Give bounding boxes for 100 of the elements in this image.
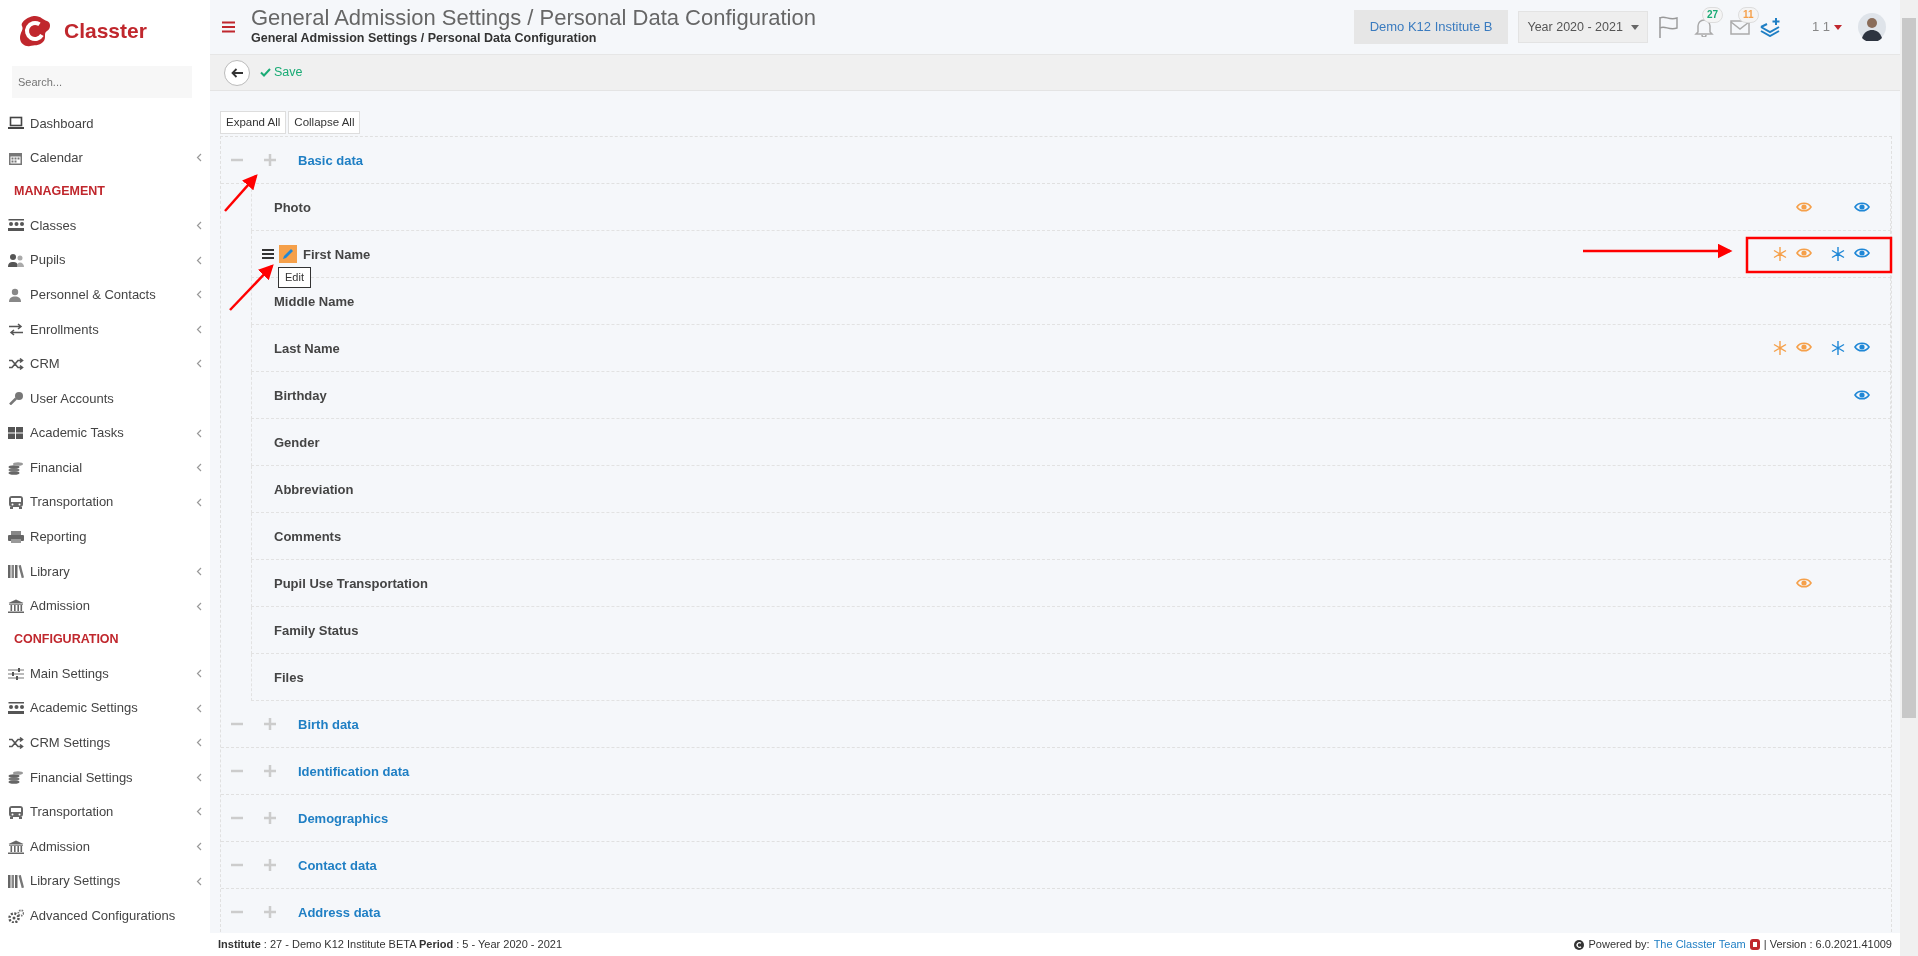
sidebar-item[interactable]: Dashboard: [0, 106, 210, 141]
page-subtitle: General Admission Settings / Personal Data Configuration: [251, 30, 598, 48]
eye-icon[interactable]: [1854, 341, 1870, 354]
avatar-icon[interactable]: [1858, 13, 1886, 41]
team-link[interactable]: The Classter Team: [1653, 936, 1746, 953]
plus-icon[interactable]: [264, 812, 276, 825]
sidebar-item[interactable]: Transportation: [0, 794, 210, 830]
calendar-icon: [8, 150, 24, 165]
asterisk-icon[interactable]: [1831, 247, 1845, 262]
laptop-icon: [8, 116, 24, 131]
institute-button[interactable]: Demo K12 Institute B: [1353, 10, 1509, 44]
shuffle-icon: [8, 356, 24, 371]
sidebar-item[interactable]: Main Settings: [0, 656, 210, 691]
sidebar-item[interactable]: User Accounts: [0, 381, 210, 416]
section-title[interactable]: Birth data: [298, 714, 359, 734]
eye-icon[interactable]: [1796, 201, 1812, 214]
sidebar-item[interactable]: Library: [0, 554, 210, 589]
sidebar-item[interactable]: Library Settings: [0, 863, 210, 899]
asterisk-icon[interactable]: [1773, 341, 1787, 356]
tree-button[interactable]: Expand All: [220, 111, 287, 135]
sidebar-item[interactable]: Admission: [0, 829, 210, 864]
search-field[interactable]: Search...: [12, 66, 192, 98]
sidebar-item[interactable]: Financial: [0, 450, 210, 485]
asterisk-icon[interactable]: [1831, 341, 1845, 356]
tooltip: Edit: [278, 267, 311, 288]
field-label: First Name: [303, 245, 371, 264]
section-heading: MANAGEMENT: [13, 183, 106, 201]
copyright-icon: [1574, 939, 1585, 950]
flag-icon[interactable]: [1657, 16, 1678, 38]
sidebar-item[interactable]: Personnel & Contacts: [0, 277, 210, 312]
sidebar-item[interactable]: Pupils: [0, 242, 210, 278]
field-label: Gender: [274, 433, 320, 452]
plus-icon[interactable]: [264, 154, 276, 167]
coins-icon: [8, 460, 24, 475]
bank-icon: [8, 599, 24, 613]
section-title[interactable]: Demographics: [298, 808, 389, 828]
year-dropdown[interactable]: Year 2020 - 2021: [1518, 10, 1648, 44]
eye-icon[interactable]: [1796, 577, 1812, 590]
section-title[interactable]: Identification data: [298, 761, 410, 781]
sidebar-item[interactable]: Admission: [0, 588, 210, 624]
arrows-icon: [8, 322, 24, 337]
scrollbar[interactable]: [1900, 0, 1918, 956]
pencil-icon: [282, 248, 294, 261]
sidebar-item[interactable]: Academic Settings: [0, 690, 210, 726]
field-label: Last Name: [274, 339, 340, 358]
eye-icon[interactable]: [1796, 247, 1812, 260]
sidebar-item[interactable]: CRM: [0, 346, 210, 382]
eye-icon[interactable]: [1854, 247, 1870, 260]
eye-icon[interactable]: [1854, 389, 1870, 402]
sidebar-item[interactable]: Classes: [0, 208, 210, 243]
logo-icon: [18, 14, 52, 48]
bell-icon[interactable]: [1693, 17, 1714, 38]
menu-icon[interactable]: [222, 21, 235, 33]
envelope-icon[interactable]: [1729, 17, 1750, 38]
field-label: Comments: [274, 527, 342, 546]
logo-text: Classter: [64, 18, 147, 45]
edit-button[interactable]: [279, 245, 297, 264]
gears-icon: [8, 908, 24, 923]
sidebar-item[interactable]: Academic Tasks: [0, 415, 210, 451]
field-label: Files: [274, 668, 304, 687]
layers-plus-icon[interactable]: [1759, 17, 1782, 37]
plus-icon[interactable]: [264, 765, 276, 778]
asterisk-icon[interactable]: [1773, 247, 1787, 262]
section-title[interactable]: Address data: [298, 902, 381, 922]
people-icon: [8, 253, 24, 268]
key-icon: [8, 391, 24, 406]
page-title: General Admission Settings / Personal Data Configuration: [251, 6, 817, 30]
eye-icon[interactable]: [1796, 341, 1812, 354]
section-heading: CONFIGURATION: [13, 631, 120, 649]
sidebar-item[interactable]: Financial Settings: [0, 760, 210, 795]
coins-icon: [8, 770, 24, 785]
field-label: Photo: [274, 198, 311, 217]
footer-info: Institute : 27 - Demo K12 Institute BETA Period : 5 - Year 2020 - 2021: [218, 937, 564, 953]
eye-icon[interactable]: [1854, 201, 1870, 214]
plus-icon[interactable]: [264, 906, 276, 919]
bank-icon: [8, 839, 24, 854]
sidebar-item[interactable]: Calendar: [0, 140, 210, 176]
caret-icon: [1834, 24, 1842, 30]
arrow-left-icon: [231, 67, 243, 78]
sidebar-item[interactable]: CRM Settings: [0, 725, 210, 761]
section-title[interactable]: Contact data: [298, 855, 377, 875]
bus-icon: [8, 495, 24, 510]
annotation-arrow: [224, 174, 258, 212]
field-label: Pupil Use Transportation: [274, 574, 428, 593]
sidebar-item[interactable]: Transportation: [0, 484, 210, 520]
plus-icon[interactable]: [264, 718, 276, 731]
tree-button[interactable]: Collapse All: [288, 111, 361, 135]
version-text: | Version : 6.0.2021.41009: [1763, 937, 1892, 953]
people-icon: [8, 218, 24, 233]
field-label: Middle Name: [274, 292, 355, 311]
bus-icon: [8, 805, 24, 819]
shuffle-icon: [8, 735, 24, 750]
back-button[interactable]: [224, 59, 250, 86]
sidebar-item[interactable]: Advanced Configurations: [0, 898, 210, 934]
plus-icon[interactable]: [264, 859, 276, 872]
sidebar-item[interactable]: Enrollments: [0, 311, 210, 347]
section-title[interactable]: Basic data: [298, 150, 364, 170]
grid-icon: [8, 426, 24, 441]
drag-handle-icon[interactable]: [262, 249, 274, 260]
sidebar-item[interactable]: Reporting: [0, 519, 210, 555]
